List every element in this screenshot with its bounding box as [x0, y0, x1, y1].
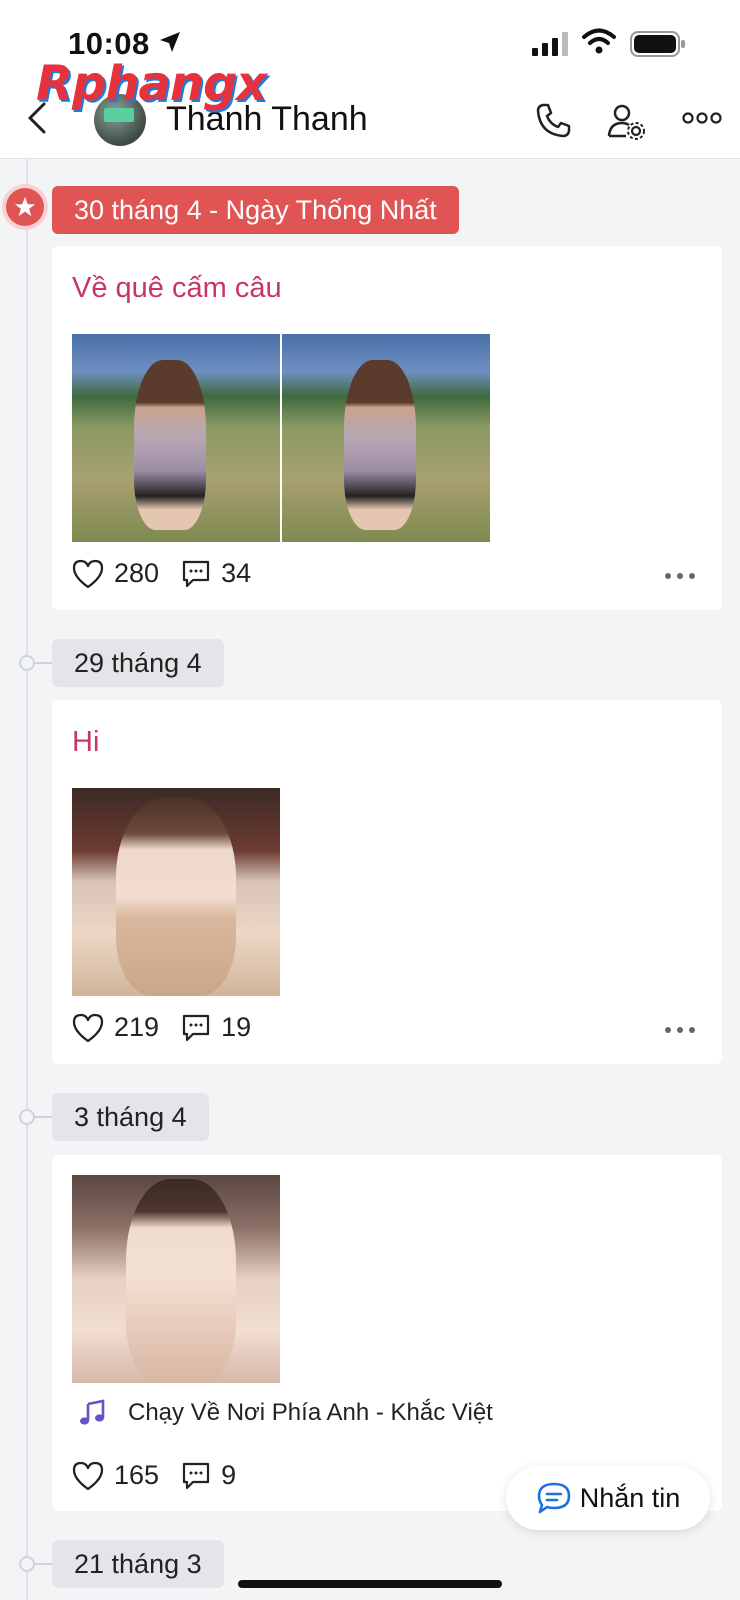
timeline-connector: [32, 1563, 52, 1565]
post-card[interactable]: Hi 219 19: [52, 700, 722, 1064]
heart-icon[interactable]: [72, 1461, 104, 1491]
timeline-dot: [19, 655, 35, 671]
timeline-connector: [32, 1116, 52, 1118]
battery-icon: [630, 31, 685, 57]
post-more-icon[interactable]: [664, 1026, 696, 1034]
comment-count: 34: [221, 558, 252, 588]
watermark-logo: Rphangx: [36, 56, 267, 112]
like-count: 280: [114, 558, 160, 588]
star-icon: [6, 188, 44, 226]
post-stats: 280 34: [72, 558, 273, 589]
like-count: 165: [114, 1460, 160, 1490]
timeline-connector: [32, 662, 52, 664]
post-more-icon[interactable]: [664, 572, 696, 580]
wifi-icon: [582, 28, 616, 54]
user-settings-icon[interactable]: [606, 102, 646, 142]
post-photo[interactable]: [72, 334, 280, 542]
post-caption: Về quê cấm câu: [72, 272, 282, 304]
date-label-highlight: 30 tháng 4 - Ngày Thống Nhất: [52, 186, 459, 234]
home-indicator: [238, 1580, 502, 1588]
post-caption: Hi: [72, 726, 100, 758]
music-note-icon: [80, 1399, 105, 1425]
post-photo[interactable]: [72, 1175, 280, 1383]
more-icon[interactable]: [682, 110, 722, 126]
location-arrow-icon: [160, 32, 180, 52]
timeline-dot: [19, 1556, 35, 1572]
comment-count: 19: [221, 1012, 252, 1042]
post-photo[interactable]: [282, 334, 490, 542]
comment-count: 9: [221, 1460, 237, 1490]
message-button[interactable]: Nhắn tin: [506, 1466, 710, 1530]
signal-icon: [532, 32, 568, 56]
heart-icon[interactable]: [72, 1013, 104, 1043]
date-label: 3 tháng 4: [52, 1093, 209, 1141]
music-row[interactable]: Chạy Về Nơi Phía Anh - Khắc Việt: [78, 1399, 493, 1427]
date-label: 21 tháng 3: [52, 1540, 224, 1588]
like-count: 219: [114, 1012, 160, 1042]
phone-icon[interactable]: [534, 102, 572, 140]
message-button-label: Nhắn tin: [579, 1482, 681, 1513]
post-stats: 165 9: [72, 1460, 258, 1491]
chat-bubble-icon: [537, 1482, 571, 1514]
comment-icon[interactable]: [181, 1013, 211, 1043]
heart-icon[interactable]: [72, 559, 104, 589]
post-card[interactable]: Chạy Về Nơi Phía Anh - Khắc Việt 165 9: [52, 1155, 722, 1511]
music-title: Chạy Về Nơi Phía Anh - Khắc Việt: [128, 1399, 493, 1426]
post-card[interactable]: Về quê cấm câu 280 34: [52, 246, 722, 610]
date-label: 29 tháng 4: [52, 639, 224, 687]
comment-icon[interactable]: [181, 559, 211, 589]
timeline-dot: [19, 1109, 35, 1125]
timeline-line: [26, 158, 28, 1600]
comment-icon[interactable]: [181, 1461, 211, 1491]
post-stats: 219 19: [72, 1012, 273, 1043]
post-photo[interactable]: [72, 788, 280, 996]
